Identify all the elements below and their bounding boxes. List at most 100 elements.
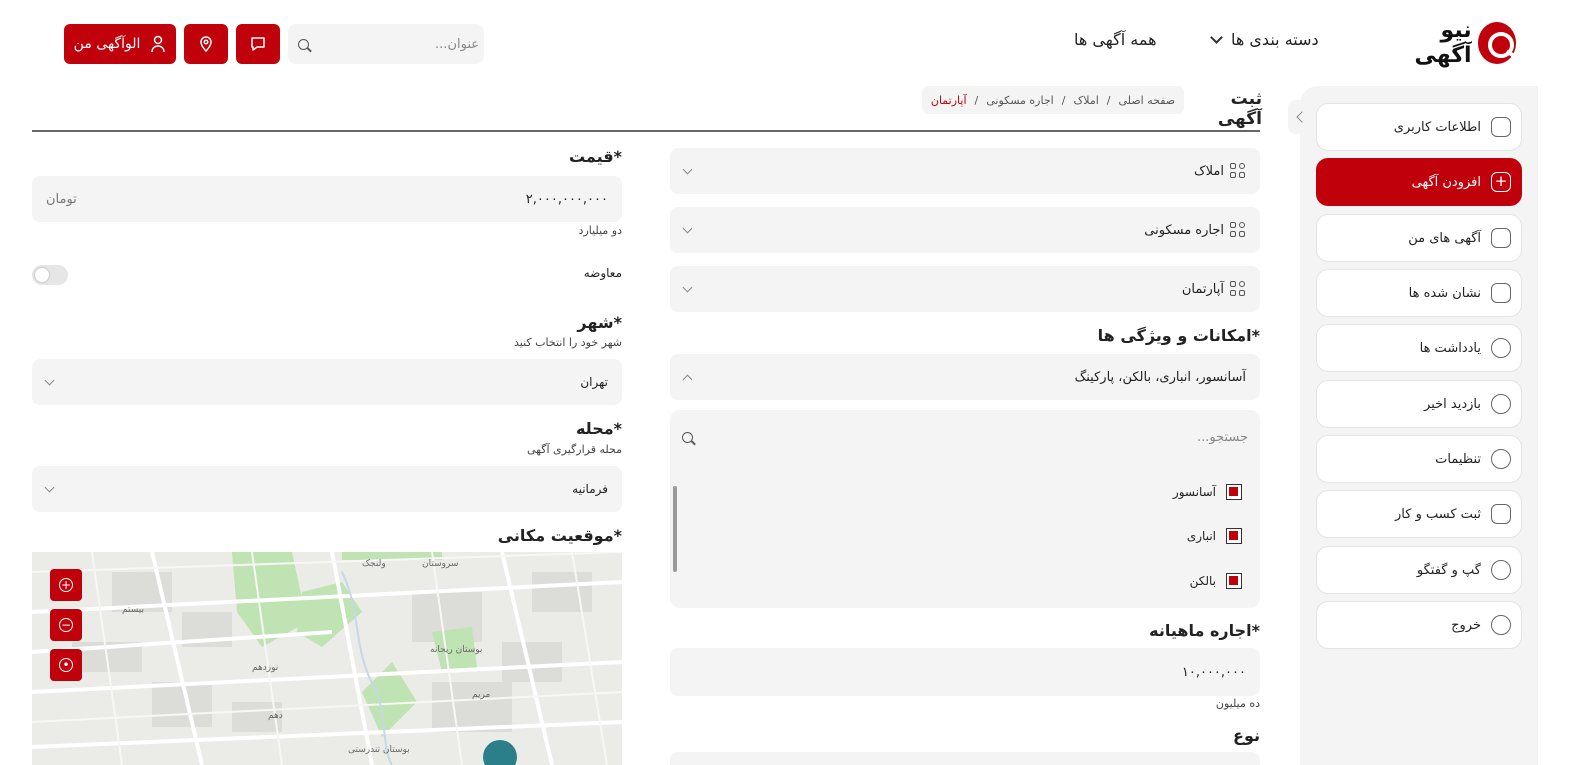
feature-option[interactable]: انباری bbox=[1187, 528, 1242, 544]
chevron-left-icon bbox=[1296, 111, 1308, 123]
map-label: بیستم bbox=[122, 605, 144, 615]
breadcrumb-residential-rent[interactable]: اجاره مسکونی bbox=[986, 94, 1053, 107]
category-select-level1[interactable]: املاک bbox=[670, 148, 1260, 194]
site-logo[interactable]: نیو آگهی bbox=[1384, 18, 1516, 68]
swap-toggle[interactable] bbox=[32, 265, 68, 285]
sidebar-item-chat[interactable]: گپ و گفتگو bbox=[1316, 546, 1522, 594]
breadcrumb-home[interactable]: صفحه اصلی bbox=[1119, 94, 1176, 107]
sidebar-item-notes[interactable]: یادداشت ها bbox=[1316, 324, 1522, 372]
breadcrumb-real-estate[interactable]: املاک bbox=[1073, 94, 1098, 107]
map-label: بوستان تندرستی bbox=[348, 745, 410, 755]
breadcrumb-current: آپارتمان bbox=[930, 93, 967, 107]
location-button[interactable] bbox=[184, 24, 228, 64]
sidebar-item-label: اطلاعات کاربری bbox=[1393, 119, 1481, 135]
monthly-rent-words: ده میلیون bbox=[1215, 697, 1260, 710]
category-grid-icon bbox=[1230, 281, 1246, 297]
location-title: موقعیت مکانی* bbox=[497, 526, 622, 545]
chat-button[interactable] bbox=[236, 24, 280, 64]
monthly-rent-title: اجاره ماهیانه* bbox=[1149, 621, 1260, 640]
logo-text: نیو آگهی bbox=[1414, 18, 1472, 68]
sidebar-item-label: تنظیمات bbox=[1435, 451, 1481, 467]
bookmark-icon bbox=[1491, 283, 1511, 303]
feature-option-label: بالکن bbox=[1189, 574, 1216, 588]
map-label: مریم bbox=[472, 690, 490, 700]
category-grid-icon bbox=[1230, 222, 1246, 238]
plus-icon: + bbox=[59, 578, 73, 592]
sidebar-item-label: گپ و گفتگو bbox=[1416, 562, 1481, 578]
location-map[interactable]: سروستان ولنجک بوستان ریحانه نوزدهم بیستم… bbox=[32, 552, 622, 765]
sidebar-item-my-ads[interactable]: آگهی های من bbox=[1316, 214, 1522, 262]
sidebar-item-label: آگهی های من bbox=[1408, 230, 1481, 246]
chevron-down-icon bbox=[682, 282, 693, 292]
monthly-rent-value: ۱۰,۰۰۰,۰۰۰ bbox=[1181, 664, 1246, 680]
logout-icon bbox=[1491, 615, 1511, 635]
my-account-button[interactable]: الوآگهی من bbox=[64, 24, 176, 64]
features-search[interactable] bbox=[682, 430, 1248, 445]
crosshair-icon: • bbox=[59, 658, 73, 672]
sidebar-item-label: یادداشت ها bbox=[1419, 340, 1481, 356]
checkbox-checked[interactable] bbox=[1226, 528, 1242, 544]
features-scrollbar[interactable] bbox=[672, 476, 678, 600]
chevron-up-icon bbox=[682, 374, 693, 384]
features-multiselect[interactable]: آسانسور، انباری، بالکن، پارکینگ bbox=[670, 354, 1260, 400]
sidebar-collapse-button[interactable] bbox=[1288, 100, 1312, 134]
note-icon bbox=[1491, 338, 1511, 358]
category-select-level2[interactable]: اجاره مسکونی bbox=[670, 207, 1260, 253]
nav-all-ads[interactable]: همه آگهی ها bbox=[1074, 30, 1157, 49]
sidebar-item-label: نشان شده ها bbox=[1408, 285, 1481, 301]
chevron-down-icon bbox=[44, 375, 55, 385]
checkbox-checked[interactable] bbox=[1226, 484, 1242, 500]
price-words: دو میلیارد bbox=[578, 224, 622, 237]
document-list-icon bbox=[1491, 228, 1511, 248]
zoom-out-button[interactable]: − bbox=[50, 609, 82, 641]
map-label: سروستان bbox=[422, 559, 458, 569]
store-icon bbox=[1491, 504, 1511, 524]
features-search-input[interactable] bbox=[948, 430, 1248, 445]
monthly-rent-input[interactable]: ۱۰,۰۰۰,۰۰۰ bbox=[670, 648, 1260, 696]
search-input[interactable] bbox=[309, 36, 479, 52]
sidebar-item-label: افزودن آگهی bbox=[1411, 174, 1481, 190]
sidebar-item-user-info[interactable]: اطلاعات کاربری bbox=[1316, 103, 1522, 151]
city-value: تهران bbox=[580, 375, 608, 389]
sidebar-item-logout[interactable]: خروج bbox=[1316, 601, 1522, 649]
neighborhood-value: فرمانیه bbox=[572, 482, 608, 496]
user-shield-icon bbox=[1491, 117, 1511, 137]
type-select[interactable] bbox=[670, 752, 1260, 765]
person-icon bbox=[1491, 560, 1511, 580]
neighborhood-help: محله قرارگیری آگهی bbox=[527, 443, 622, 456]
sidebar-item-label: ثبت کسب و کار bbox=[1395, 506, 1481, 522]
minus-icon: − bbox=[59, 618, 73, 632]
chevron-down-icon bbox=[682, 223, 693, 233]
city-title: شهر* bbox=[577, 313, 622, 332]
sidebar-item-register-business[interactable]: ثبت کسب و کار bbox=[1316, 490, 1522, 538]
category-select-value: آپارتمان bbox=[1181, 281, 1224, 297]
feature-option[interactable]: آسانسور bbox=[1173, 484, 1242, 500]
zoom-in-button[interactable]: + bbox=[50, 569, 82, 601]
locate-me-button[interactable]: • bbox=[50, 649, 82, 681]
feature-option[interactable]: بالکن bbox=[1190, 573, 1242, 589]
page-title: ثبت آگهی bbox=[1217, 89, 1262, 129]
price-input[interactable]: ۲,۰۰۰,۰۰۰,۰۰۰ تومان bbox=[32, 176, 622, 222]
sidebar-item-recent-views[interactable]: بازدید اخیر bbox=[1316, 380, 1522, 428]
category-select-value: اجاره مسکونی bbox=[1144, 222, 1224, 238]
sidebar-item-label: خروج bbox=[1451, 617, 1481, 633]
checkbox-checked[interactable] bbox=[1226, 573, 1242, 589]
features-dropdown-panel: آسانسور انباری بالکن bbox=[670, 410, 1260, 608]
sidebar-item-bookmarks[interactable]: نشان شده ها bbox=[1316, 269, 1522, 317]
city-select[interactable]: تهران bbox=[32, 359, 622, 405]
feature-option-label: انباری bbox=[1186, 529, 1216, 543]
location-pin-icon bbox=[200, 36, 212, 53]
logo-icon bbox=[1477, 22, 1516, 64]
search-icon bbox=[682, 432, 693, 443]
divider bbox=[32, 130, 1260, 132]
nav-categories[interactable]: دسته بندی ها bbox=[1210, 30, 1319, 49]
sidebar-item-add-ad[interactable]: افزودن آگهی bbox=[1316, 158, 1522, 206]
sidebar-item-settings[interactable]: تنظیمات bbox=[1316, 435, 1522, 483]
neighborhood-select[interactable]: فرمانیه bbox=[32, 466, 622, 512]
features-title: امکانات و ویژگی ها* bbox=[1097, 326, 1260, 345]
header-search[interactable] bbox=[288, 24, 484, 64]
swap-label: معاوضه bbox=[583, 266, 622, 280]
category-select-level3[interactable]: آپارتمان bbox=[670, 266, 1260, 312]
map-label: نوزدهم bbox=[252, 663, 278, 673]
city-help: شهر خود را انتخاب کنید bbox=[514, 336, 622, 349]
